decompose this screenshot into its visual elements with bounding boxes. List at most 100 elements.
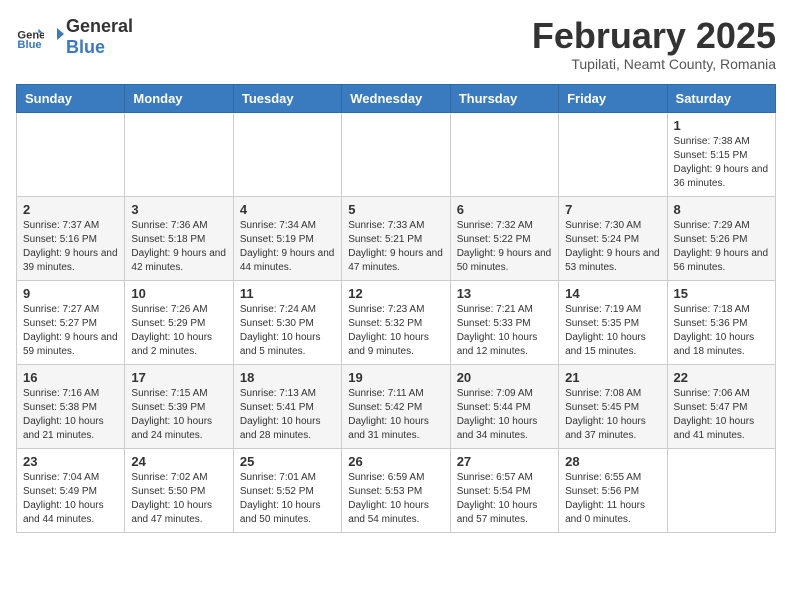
day-info: Sunrise: 7:34 AM Sunset: 5:19 PM Dayligh… — [240, 219, 335, 275]
day-number: 3 — [131, 202, 226, 217]
day-info: Sunrise: 7:13 AM Sunset: 5:41 PM Dayligh… — [240, 387, 335, 443]
day-info: Sunrise: 6:59 AM Sunset: 5:53 PM Dayligh… — [348, 471, 443, 527]
weekday-header-monday: Monday — [125, 84, 233, 112]
calendar-cell-w4-d1: 16 Sunrise: 7:16 AM Sunset: 5:38 PM Dayli… — [17, 364, 125, 448]
day-info: Sunrise: 7:04 AM Sunset: 5:49 PM Dayligh… — [23, 471, 118, 527]
calendar-cell-w1-d4 — [342, 112, 450, 196]
calendar-cell-w1-d3 — [233, 112, 341, 196]
day-info: Sunrise: 7:11 AM Sunset: 5:42 PM Dayligh… — [348, 387, 443, 443]
day-info: Sunrise: 7:16 AM Sunset: 5:38 PM Dayligh… — [23, 387, 118, 443]
weekday-header-friday: Friday — [559, 84, 667, 112]
calendar-cell-w3-d4: 12 Sunrise: 7:23 AM Sunset: 5:32 PM Dayli… — [342, 280, 450, 364]
logo-flag-icon — [48, 26, 66, 48]
calendar-cell-w5-d7 — [667, 448, 775, 532]
svg-text:Blue: Blue — [17, 39, 41, 51]
day-number: 13 — [457, 286, 552, 301]
calendar-cell-w2-d2: 3 Sunrise: 7:36 AM Sunset: 5:18 PM Daylig… — [125, 196, 233, 280]
day-number: 28 — [565, 454, 660, 469]
calendar-cell-w1-d6 — [559, 112, 667, 196]
calendar-cell-w3-d2: 10Sunrise: 7:26 AM Sunset: 5:29 PM Dayli… — [125, 280, 233, 364]
calendar-cell-w3-d1: 9 Sunrise: 7:27 AM Sunset: 5:27 PM Daylig… — [17, 280, 125, 364]
calendar-week-2: 2Sunrise: 7:37 AM Sunset: 5:16 PM Daylig… — [17, 196, 776, 280]
title-block: February 2025 Tupilati, Neamt County, Ro… — [532, 16, 776, 72]
calendar-cell-w4-d2: 17 Sunrise: 7:15 AM Sunset: 5:39 PM Dayli… — [125, 364, 233, 448]
day-number: 8 — [674, 202, 769, 217]
calendar-cell-w5-d4: 26 Sunrise: 6:59 AM Sunset: 5:53 PM Dayli… — [342, 448, 450, 532]
day-number: 14 — [565, 286, 660, 301]
day-number: 20 — [457, 370, 552, 385]
calendar-table: SundayMondayTuesdayWednesdayThursdayFrid… — [16, 84, 776, 533]
calendar-cell-w2-d3: 4Sunrise: 7:34 AM Sunset: 5:19 PM Daylig… — [233, 196, 341, 280]
day-number: 22 — [674, 370, 769, 385]
calendar-cell-w1-d7: 1 Sunrise: 7:38 AM Sunset: 5:15 PM Daylig… — [667, 112, 775, 196]
calendar-cell-w5-d5: 27 Sunrise: 6:57 AM Sunset: 5:54 PM Dayli… — [450, 448, 558, 532]
day-number: 15 — [674, 286, 769, 301]
weekday-header-tuesday: Tuesday — [233, 84, 341, 112]
day-number: 2 — [23, 202, 118, 217]
day-number: 17 — [131, 370, 226, 385]
weekday-header-sunday: Sunday — [17, 84, 125, 112]
day-info: Sunrise: 7:36 AM Sunset: 5:18 PM Dayligh… — [131, 219, 226, 275]
calendar-cell-w1-d5 — [450, 112, 558, 196]
day-info: Sunrise: 7:19 AM Sunset: 5:35 PM Dayligh… — [565, 303, 660, 359]
calendar-cell-w4-d6: 21 Sunrise: 7:08 AM Sunset: 5:45 PM Dayli… — [559, 364, 667, 448]
day-info: Sunrise: 7:32 AM Sunset: 5:22 PM Dayligh… — [457, 219, 552, 275]
day-info: Sunrise: 7:38 AM Sunset: 5:15 PM Dayligh… — [674, 135, 769, 191]
calendar-cell-w4-d4: 19 Sunrise: 7:11 AM Sunset: 5:42 PM Dayli… — [342, 364, 450, 448]
calendar-week-3: 9 Sunrise: 7:27 AM Sunset: 5:27 PM Daylig… — [17, 280, 776, 364]
location-subtitle: Tupilati, Neamt County, Romania — [532, 56, 776, 72]
day-info: Sunrise: 7:27 AM Sunset: 5:27 PM Dayligh… — [23, 303, 118, 359]
logo-icon: General Blue — [16, 23, 44, 51]
day-number: 19 — [348, 370, 443, 385]
day-number: 1 — [674, 118, 769, 133]
calendar-cell-w5-d3: 25 Sunrise: 7:01 AM Sunset: 5:52 PM Dayli… — [233, 448, 341, 532]
calendar-cell-w2-d1: 2Sunrise: 7:37 AM Sunset: 5:16 PM Daylig… — [17, 196, 125, 280]
weekday-header-wednesday: Wednesday — [342, 84, 450, 112]
day-number: 23 — [23, 454, 118, 469]
day-info: Sunrise: 7:01 AM Sunset: 5:52 PM Dayligh… — [240, 471, 335, 527]
day-info: Sunrise: 7:23 AM Sunset: 5:32 PM Dayligh… — [348, 303, 443, 359]
logo-text-general: General — [66, 16, 133, 36]
day-number: 21 — [565, 370, 660, 385]
calendar-cell-w4-d3: 18 Sunrise: 7:13 AM Sunset: 5:41 PM Dayli… — [233, 364, 341, 448]
calendar-week-5: 23 Sunrise: 7:04 AM Sunset: 5:49 PM Dayli… — [17, 448, 776, 532]
day-info: Sunrise: 6:55 AM Sunset: 5:56 PM Dayligh… — [565, 471, 660, 527]
calendar-cell-w1-d2 — [125, 112, 233, 196]
day-number: 25 — [240, 454, 335, 469]
day-number: 18 — [240, 370, 335, 385]
page-header: General Blue General Blue February 2025 … — [16, 16, 776, 72]
day-number: 26 — [348, 454, 443, 469]
day-number: 12 — [348, 286, 443, 301]
day-number: 27 — [457, 454, 552, 469]
day-number: 16 — [23, 370, 118, 385]
calendar-week-4: 16 Sunrise: 7:16 AM Sunset: 5:38 PM Dayli… — [17, 364, 776, 448]
calendar-cell-w2-d4: 5Sunrise: 7:33 AM Sunset: 5:21 PM Daylig… — [342, 196, 450, 280]
day-info: Sunrise: 6:57 AM Sunset: 5:54 PM Dayligh… — [457, 471, 552, 527]
calendar-cell-w3-d3: 11Sunrise: 7:24 AM Sunset: 5:30 PM Dayli… — [233, 280, 341, 364]
day-info: Sunrise: 7:18 AM Sunset: 5:36 PM Dayligh… — [674, 303, 769, 359]
calendar-cell-w2-d5: 6 Sunrise: 7:32 AM Sunset: 5:22 PM Daylig… — [450, 196, 558, 280]
day-info: Sunrise: 7:33 AM Sunset: 5:21 PM Dayligh… — [348, 219, 443, 275]
day-info: Sunrise: 7:26 AM Sunset: 5:29 PM Dayligh… — [131, 303, 226, 359]
day-number: 7 — [565, 202, 660, 217]
day-number: 6 — [457, 202, 552, 217]
weekday-header-thursday: Thursday — [450, 84, 558, 112]
calendar-cell-w3-d7: 15 Sunrise: 7:18 AM Sunset: 5:36 PM Dayli… — [667, 280, 775, 364]
day-info: Sunrise: 7:08 AM Sunset: 5:45 PM Dayligh… — [565, 387, 660, 443]
weekday-header-row: SundayMondayTuesdayWednesdayThursdayFrid… — [17, 84, 776, 112]
calendar-cell-w4-d7: 22 Sunrise: 7:06 AM Sunset: 5:47 PM Dayli… — [667, 364, 775, 448]
calendar-cell-w5-d2: 24 Sunrise: 7:02 AM Sunset: 5:50 PM Dayli… — [125, 448, 233, 532]
calendar-cell-w5-d6: 28 Sunrise: 6:55 AM Sunset: 5:56 PM Dayli… — [559, 448, 667, 532]
calendar-cell-w2-d7: 8Sunrise: 7:29 AM Sunset: 5:26 PM Daylig… — [667, 196, 775, 280]
calendar-cell-w2-d6: 7Sunrise: 7:30 AM Sunset: 5:24 PM Daylig… — [559, 196, 667, 280]
day-info: Sunrise: 7:02 AM Sunset: 5:50 PM Dayligh… — [131, 471, 226, 527]
calendar-cell-w5-d1: 23 Sunrise: 7:04 AM Sunset: 5:49 PM Dayli… — [17, 448, 125, 532]
day-number: 24 — [131, 454, 226, 469]
day-info: Sunrise: 7:15 AM Sunset: 5:39 PM Dayligh… — [131, 387, 226, 443]
day-info: Sunrise: 7:24 AM Sunset: 5:30 PM Dayligh… — [240, 303, 335, 359]
calendar-cell-w3-d5: 13Sunrise: 7:21 AM Sunset: 5:33 PM Dayli… — [450, 280, 558, 364]
day-info: Sunrise: 7:06 AM Sunset: 5:47 PM Dayligh… — [674, 387, 769, 443]
day-number: 9 — [23, 286, 118, 301]
logo-text-blue: Blue — [66, 37, 105, 57]
calendar-cell-w1-d1 — [17, 112, 125, 196]
